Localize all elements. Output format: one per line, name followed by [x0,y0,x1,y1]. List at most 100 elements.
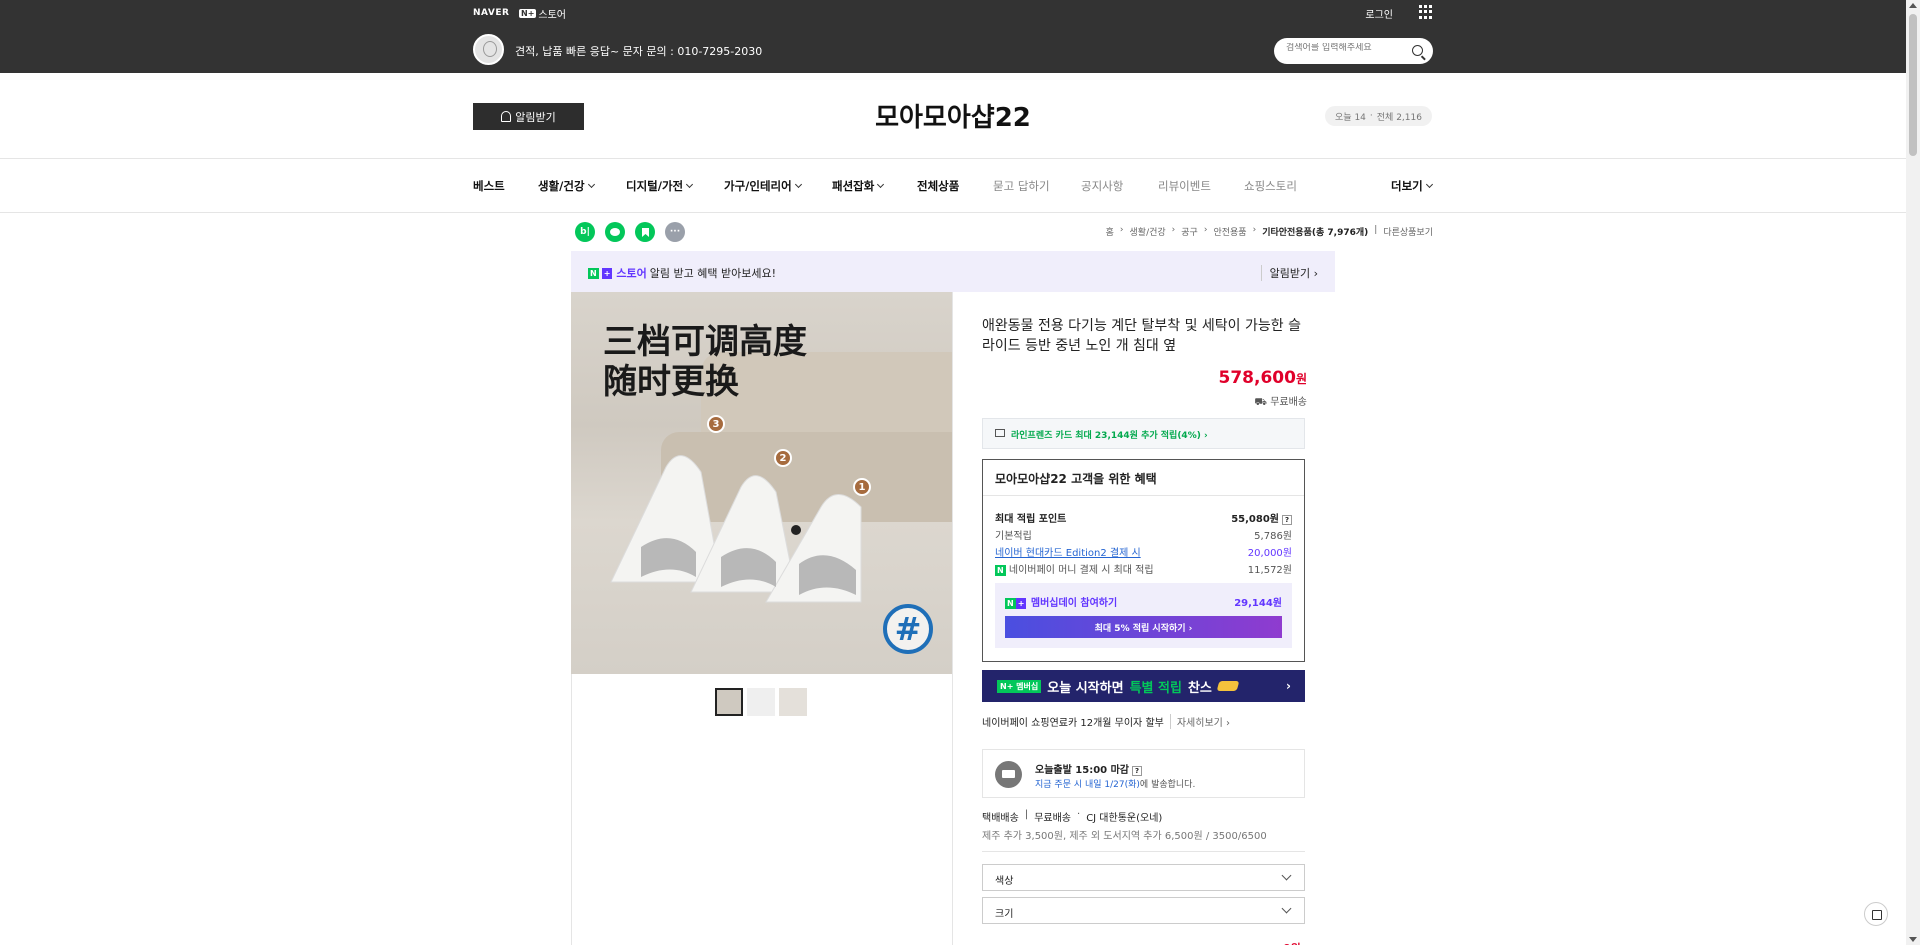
scrollbar-thumb[interactable] [1909,14,1917,156]
chevron-down-icon [877,180,885,189]
money-points-value: 11,572원 [1247,565,1292,576]
image-overlay-line-1: 三档可调高度 [603,322,807,362]
membership-label[interactable]: 멤버십데이 참여하기 [1031,598,1117,609]
basic-points-row: 기본적립 5,786원 [995,527,1292,542]
price-unit: 원 [1295,372,1307,386]
nav-more-label: 더보기 [1391,179,1423,193]
membership-promo-banner[interactable]: N+ 멤버십 오늘 시작하면 특별 적립 찬스 › [982,670,1305,702]
search-input[interactable] [1286,43,1406,53]
search-icon[interactable] [1412,45,1423,56]
breadcrumb-home[interactable]: 홈 [1106,225,1114,238]
membership-start-button[interactable]: 최대 5% 적립 시작하기 › [1005,616,1282,638]
page-scrollbar[interactable] [1906,0,1920,945]
membership-row: N + 멤버십데이 참여하기 29,144원 [1005,594,1282,609]
store-title[interactable]: 모아모아샵22 [0,97,1906,134]
login-link[interactable]: 로그인 [1365,6,1393,21]
height-pin-2: 2 [774,449,792,467]
product-title: 애완동물 전용 다기능 계단 탈부착 및 세탁이 가능한 슬라이드 등반 중년 … [982,318,1301,354]
thumbnail-3[interactable] [779,688,807,716]
help-icon[interactable]: ? [1282,515,1292,525]
scroll-up-arrow-icon[interactable] [1909,3,1917,8]
max-points-value: 55,080원 [1231,514,1279,525]
product-price: 578,600원 [1219,368,1307,388]
nav-label: 생활/건강 [538,179,585,193]
benefit-box: 모아모아샵22 고객을 위한 혜택 최대 적립 포인트 55,080원? 기본적… [982,459,1305,662]
store-avatar[interactable] [473,34,504,65]
membership-box: N + 멤버십데이 참여하기 29,144원 최대 5% 적립 시작하기 › [995,583,1292,648]
shipping-extra: 제주 추가 3,500원, 제주 외 도서지역 추가 6,500원 / 3500… [982,831,1267,842]
nav-label: 쇼핑스토리 [1244,179,1297,193]
npay-installment-line: 네이버페이 쇼핑연료카 12개월 무이자 할부 자세히보기 › [982,714,1230,729]
basic-points-label: 기본적립 [995,531,1032,542]
breadcrumb-current[interactable]: 기타안전용품(총 7,976개) [1262,225,1368,238]
banner-store-word: 스토어 [616,267,647,280]
money-points-label[interactable]: 네이버페이 머니 결제 시 최대 적립 [1009,565,1154,576]
more-icon[interactable]: ··· [665,222,685,242]
npay-detail-link[interactable]: 자세히보기 › [1169,714,1230,729]
credit-card-icon [995,429,1005,437]
size-option-select[interactable]: 크기 [982,897,1305,924]
free-shipping-text: 무료배송 [1270,397,1307,408]
shipping-fee: 무료배송 [1034,813,1071,824]
shipping-type: 택배배송 [982,813,1019,824]
visitor-count: 오늘 14 · 전체 2,116 [1325,106,1432,126]
naver-logo[interactable]: NAVER [473,8,509,18]
talk-icon[interactable] [605,222,625,242]
share-icon[interactable] [1864,902,1888,926]
card-points-link[interactable]: 네이버 현대카드 Edition2 결제 시 [995,544,1141,559]
nav-item-shopping-story[interactable]: 쇼핑스토리 [1244,178,1297,194]
delivery-rest: 에 발송합니다. [1139,780,1196,790]
nav-item-notice[interactable]: 공지사항 [1081,178,1123,194]
blog-icon[interactable]: b| [575,222,595,242]
banner-message: N + 스토어 알림 받고 혜택 받아보세요! [588,265,776,281]
breadcrumb-level-1[interactable]: 생활/건강 [1130,225,1166,238]
delivery-date: 지금 주문 시 내일 1/27(화) [1035,780,1140,790]
nav-item-best[interactable]: 베스트 [473,178,505,194]
chevron-down-icon [794,180,802,189]
color-option-select[interactable]: 색상 [982,864,1305,891]
other-products-link[interactable]: 다른상품보기 [1383,225,1433,238]
top-bar-inner: NAVER N+ 스토어 로그인 견적, 납품 빠른 응답~ 문자 문의 : 0… [473,0,1433,73]
apps-grid-icon[interactable] [1419,5,1433,19]
benefit-heading: 모아모아샵22 고객을 위한 혜택 [995,472,1157,486]
breadcrumb-level-3[interactable]: 안전용품 [1213,225,1246,238]
color-option-label: 색상 [995,876,1014,887]
npay-icon: N [995,565,1006,576]
banner-text: 알림 받고 혜택 받아보세요! [649,267,776,280]
chevron-down-icon [1425,180,1433,189]
npay-installment-text: 네이버페이 쇼핑연료카 12개월 무이자 할부 [982,718,1164,729]
breadcrumb-level-2[interactable]: 공구 [1181,225,1198,238]
nav-item-fashion[interactable]: 패션잡화 [832,178,885,194]
banner-alarm-link[interactable]: 알림받기 › [1260,265,1318,281]
help-icon[interactable]: ? [1132,766,1142,776]
nav-item-qna[interactable]: 묻고 답하기 [993,178,1050,194]
bookmark-icon[interactable] [635,222,655,242]
truck-small-icon: ⛟ [1254,397,1271,408]
naver-store-logo[interactable]: N+ 스토어 [519,6,566,21]
max-points-label: 최대 적립 포인트 [995,514,1067,525]
thumbnail-1[interactable] [715,688,743,716]
nav-more[interactable]: 더보기 [1391,178,1433,194]
chevron-down-icon [587,180,595,189]
card-offer-box[interactable]: 라인프렌즈 카드 최대 23,144원 추가 적립(4%) › [982,418,1305,449]
chevron-down-icon [686,180,694,189]
basic-points-value: 5,786원 [1254,531,1292,542]
nav-item-review-event[interactable]: 리뷰이벤트 [1158,178,1211,194]
membership-badge: N+ 멤버십 [997,679,1042,693]
nav-item-digital[interactable]: 디지털/가전 [626,178,694,194]
search-box[interactable] [1274,38,1433,64]
nav-item-living-health[interactable]: 생활/건강 [538,178,595,194]
nav-item-furniture[interactable]: 가구/인테리어 [724,178,802,194]
product-main-image[interactable]: 三档可调高度 随时更换 3 2 1 # [571,292,952,674]
scroll-down-arrow-icon[interactable] [1909,937,1917,942]
visitor-today: 오늘 14 [1335,112,1366,123]
thumbnail-2[interactable] [747,688,775,716]
price-value: 578,600 [1218,368,1296,388]
nav-label: 전체상품 [917,179,960,193]
breadcrumb-separator: › [1171,225,1176,235]
breadcrumb-separator: › [1203,225,1208,235]
image-overlay-line-2: 随时更换 [603,362,739,402]
naver-plus-badge: + [601,267,613,279]
nav-item-all-products[interactable]: 전체상품 [917,178,959,194]
breadcrumb-separator: | [1374,225,1378,235]
